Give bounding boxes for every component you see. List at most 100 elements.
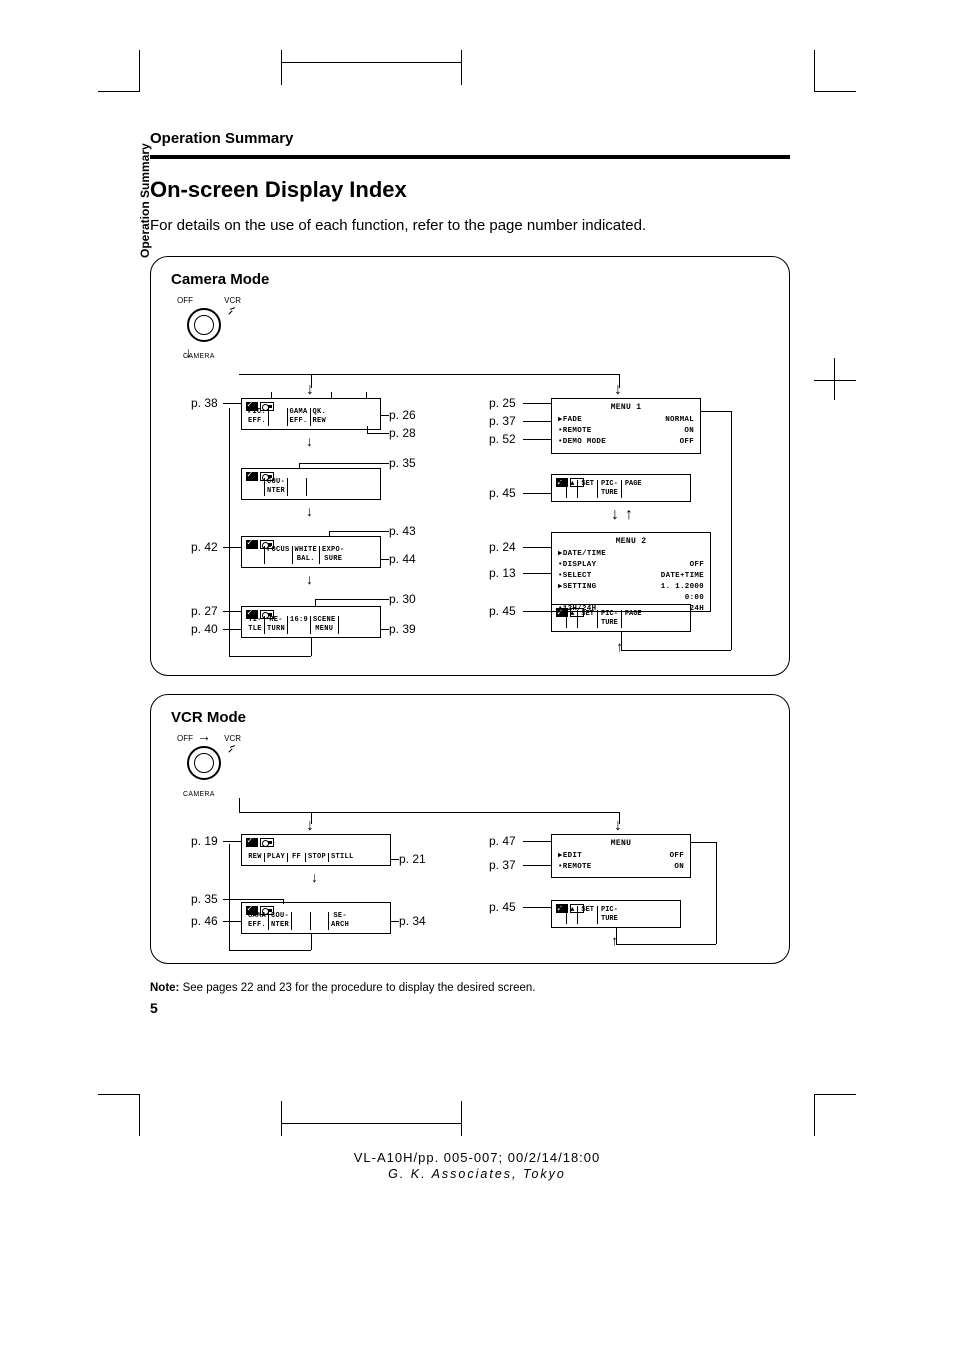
connector bbox=[223, 841, 241, 842]
connector bbox=[731, 411, 732, 650]
arrow-down-icon: ↓ bbox=[614, 818, 622, 834]
crop-mark bbox=[461, 50, 462, 85]
osd-gama-counter: GAMAEFF. COU-NTER SE-ARCH bbox=[241, 902, 391, 934]
connector bbox=[523, 611, 551, 612]
crop-mark bbox=[281, 1101, 282, 1136]
page-ref: p. 19 bbox=[191, 834, 218, 848]
osd-menu2: MENU 2 ▶DATE/TIME •DISPLAYOFF •SELECTDAT… bbox=[551, 532, 711, 612]
connector bbox=[391, 921, 399, 922]
crop-mark bbox=[814, 50, 856, 92]
arrow-up-icon: ↓ bbox=[616, 642, 623, 656]
menu2-title: MENU 2 bbox=[558, 537, 704, 546]
page-ref: p. 30 bbox=[389, 592, 416, 606]
page-ref: p. 35 bbox=[191, 892, 218, 906]
arrow-right-icon: → bbox=[197, 728, 211, 744]
arrow-down-icon: ↓ bbox=[185, 344, 192, 360]
dial-off-label: OFF bbox=[177, 734, 193, 743]
seg: PIC.EFF. bbox=[246, 408, 268, 426]
seg: RE-TURN bbox=[264, 616, 287, 634]
connector bbox=[223, 611, 241, 612]
seg: TI-TLE bbox=[246, 616, 264, 634]
arrow-down-icon: ↓ bbox=[311, 870, 318, 884]
page-ref: p. 44 bbox=[389, 552, 416, 566]
connector bbox=[381, 629, 389, 630]
connector bbox=[329, 531, 389, 532]
dial-vcr-label: VCR bbox=[224, 296, 241, 305]
osd-title: TI-TLE RE-TURN 16:9 SCENEMENU bbox=[241, 606, 381, 638]
triangle-down-icon bbox=[559, 480, 563, 488]
osd-menu1: MENU 1 ▶FADENORMAL •REMOTEON •DEMO MODEO… bbox=[551, 398, 701, 454]
triangle-down-icon bbox=[559, 610, 563, 618]
connector bbox=[311, 934, 312, 950]
connector bbox=[239, 798, 240, 812]
page-ref: p. 38 bbox=[191, 396, 218, 410]
page-number: 5 bbox=[150, 1000, 158, 1016]
crop-mark bbox=[814, 380, 856, 381]
connector bbox=[223, 921, 241, 922]
page-ref: p. 45 bbox=[489, 604, 516, 618]
connector bbox=[315, 599, 316, 607]
crop-mark bbox=[281, 50, 282, 85]
connector bbox=[315, 599, 389, 600]
connector bbox=[523, 421, 551, 422]
triangle-up-icon bbox=[570, 480, 574, 488]
footer: VL-A10H/pp. 005-007; 00/2/14/18:00 G. K.… bbox=[0, 1150, 954, 1181]
crop-mark bbox=[461, 1101, 462, 1136]
osd-vcr-menu: MENU ▶EDITOFF •REMOTEON bbox=[551, 834, 691, 878]
vcr-panel: VCR Mode OFF VCR CAMERA → ↓ ↓ bbox=[150, 694, 790, 964]
page-ref: p. 24 bbox=[489, 540, 516, 554]
page-ref: p. 42 bbox=[191, 540, 218, 554]
connector bbox=[523, 493, 551, 494]
triangle-down-icon bbox=[559, 906, 563, 914]
menu1-title: MENU 1 bbox=[558, 403, 694, 412]
intro-text: For details on the use of each function,… bbox=[150, 217, 790, 234]
connector bbox=[223, 629, 241, 630]
page-ref: p. 35 bbox=[389, 456, 416, 470]
page-ref: p. 46 bbox=[191, 914, 218, 928]
dial-off-label: OFF bbox=[177, 296, 193, 305]
connector bbox=[691, 842, 716, 843]
connector bbox=[381, 559, 389, 560]
osd-play: REW PLAY FF STOP STILL bbox=[241, 834, 391, 866]
rule bbox=[150, 155, 790, 159]
connector bbox=[621, 650, 731, 651]
camera-panel: Camera Mode OFF VCR CAMERA ↓ ↓ ↓ bbox=[150, 256, 790, 676]
camera-diagram: OFF VCR CAMERA ↓ ↓ ↓ PIC.EFF. bbox=[171, 296, 769, 358]
arrow-down-icon: ↓ bbox=[614, 382, 622, 398]
page-ref: p. 52 bbox=[489, 432, 516, 446]
page-heading: On-screen Display Index bbox=[150, 177, 790, 203]
connector bbox=[223, 403, 241, 404]
page-ref: p. 25 bbox=[489, 396, 516, 410]
connector bbox=[329, 531, 330, 537]
connector bbox=[229, 656, 311, 657]
vcr-diagram: OFF VCR CAMERA → ↓ ↓ REW bbox=[171, 734, 769, 796]
arrow-down-icon: ↓ bbox=[306, 504, 313, 518]
connector bbox=[367, 426, 368, 434]
content-area: Operation Summary On-screen Display Inde… bbox=[150, 130, 790, 994]
page-ref: p. 37 bbox=[489, 858, 516, 872]
dial-camera-label: CAMERA bbox=[183, 791, 215, 798]
seg: QK.REW bbox=[310, 408, 329, 426]
page-ref: p. 27 bbox=[191, 604, 218, 618]
osd-nav2: SET PIC-TURE PAGE bbox=[551, 604, 691, 632]
running-head: Operation Summary bbox=[150, 130, 790, 147]
connector bbox=[616, 944, 716, 945]
seg: WHITEBAL. bbox=[292, 546, 320, 564]
connector bbox=[229, 844, 230, 950]
page-ref: p. 21 bbox=[399, 852, 426, 866]
connector bbox=[271, 392, 272, 398]
connector bbox=[223, 547, 241, 548]
triangle-up-icon bbox=[570, 610, 574, 618]
page: Operation Summary Operation Summary On-s… bbox=[0, 0, 954, 1351]
mode-dial-camera: OFF VCR CAMERA ↓ bbox=[177, 296, 237, 358]
connector bbox=[331, 392, 332, 398]
arrow-down-icon: ↓ bbox=[306, 382, 314, 398]
connector bbox=[391, 859, 399, 860]
crop-mark bbox=[814, 1094, 856, 1136]
seg bbox=[268, 408, 287, 426]
osd-nav1: SET PIC-TURE PAGE bbox=[551, 474, 691, 502]
osd-vcr-nav: SET PIC-TURE bbox=[551, 900, 681, 928]
note-label: Note: bbox=[150, 982, 179, 994]
seg: COU-NTER bbox=[264, 478, 287, 496]
crop-mark bbox=[281, 1123, 461, 1124]
